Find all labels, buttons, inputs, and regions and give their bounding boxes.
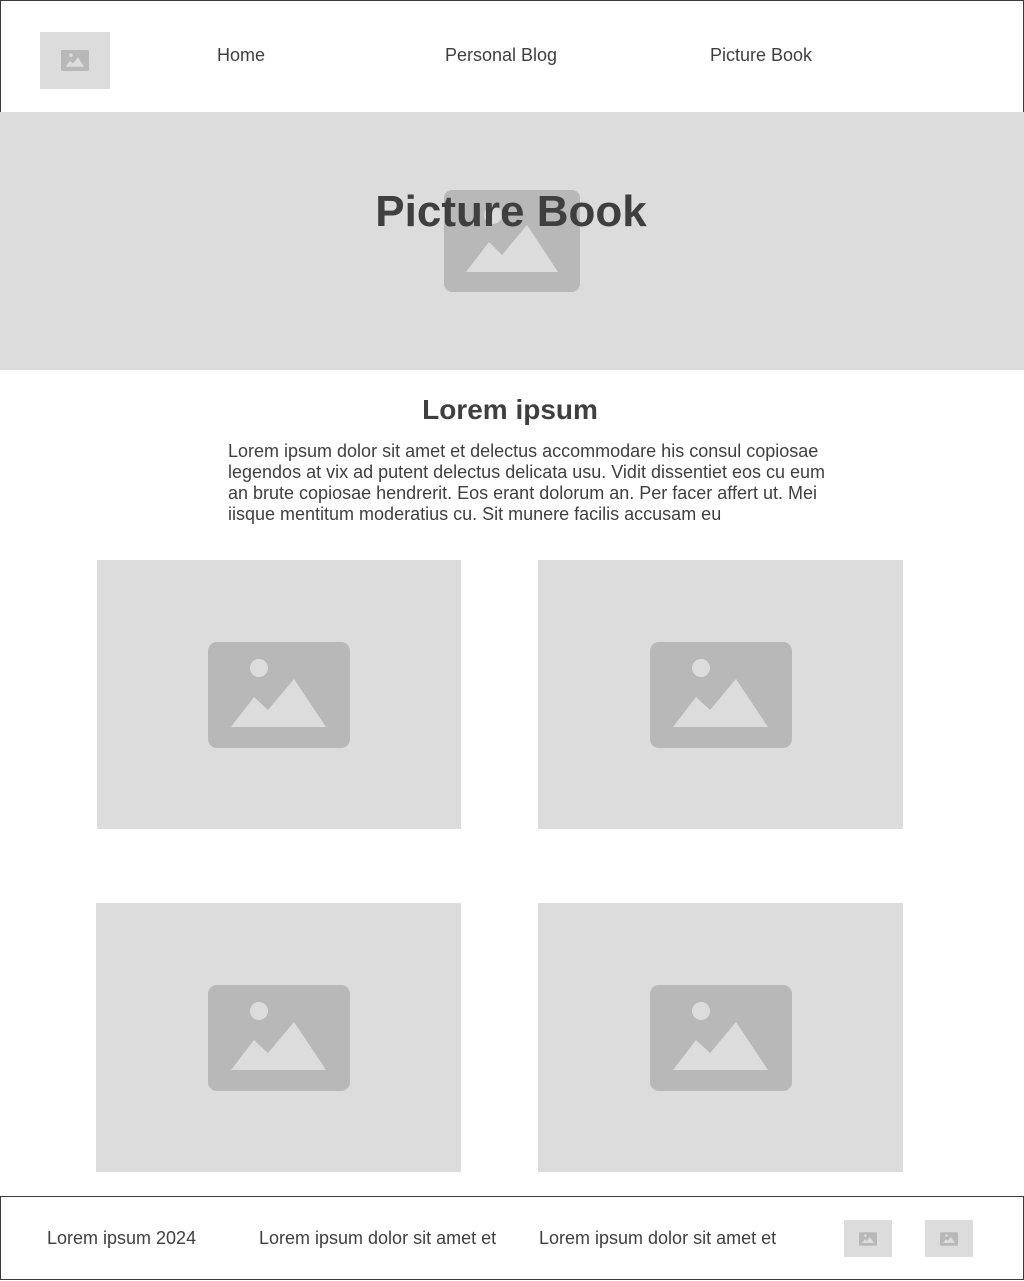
footer-text-1: Lorem ipsum dolor sit amet et (259, 1228, 497, 1248)
gallery-image-4[interactable] (538, 903, 903, 1172)
hero-banner: Picture Book (0, 112, 1024, 370)
site-header: Home Personal Blog Picture Book (0, 0, 1024, 113)
footer-social-link-2[interactable] (925, 1220, 973, 1257)
nav-picture-book-link[interactable]: Picture Book (710, 43, 812, 67)
image-placeholder-icon (61, 50, 89, 71)
image-placeholder-icon (859, 1231, 877, 1246)
nav-home-link[interactable]: Home (217, 43, 265, 67)
gallery-image-2[interactable] (538, 560, 903, 829)
section-heading: Lorem ipsum (422, 394, 598, 425)
image-placeholder-icon (208, 641, 350, 748)
image-placeholder-icon (649, 984, 792, 1091)
image-placeholder-icon (649, 641, 792, 748)
gallery-image-3[interactable] (96, 903, 461, 1172)
footer-social-link-1[interactable] (844, 1220, 892, 1257)
page-title: Picture Book (375, 187, 647, 236)
page: Home Personal Blog Picture Book Picture … (0, 0, 1024, 1281)
gallery-image-1[interactable] (97, 560, 461, 829)
image-placeholder-icon (207, 984, 350, 1091)
site-footer: Lorem ipsum 2024 Lorem ipsum dolor sit a… (0, 1196, 1024, 1280)
footer-text-2: Lorem ipsum dolor sit amet et (539, 1228, 777, 1248)
nav-personal-blog-link[interactable]: Personal Blog (445, 43, 557, 67)
image-placeholder-icon (940, 1231, 958, 1246)
section-paragraph: Lorem ipsum dolor sit amet et delectus a… (228, 441, 826, 524)
footer-copyright: Lorem ipsum 2024 (47, 1228, 197, 1248)
logo[interactable] (40, 32, 110, 89)
